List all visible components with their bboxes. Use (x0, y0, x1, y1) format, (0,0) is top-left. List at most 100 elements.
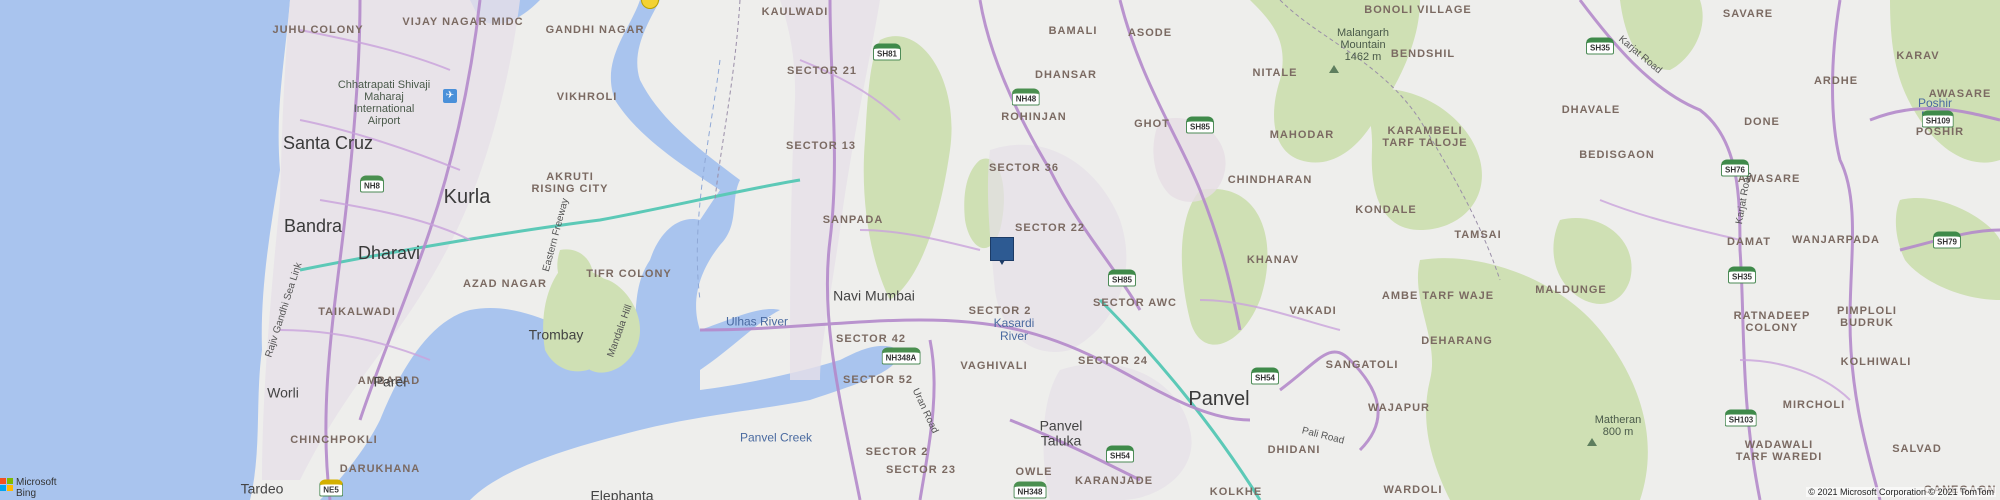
water-label-panvel-creek: Panvel Creek (739, 430, 813, 445)
route-shield-sh85-a: SH85 (1185, 116, 1215, 134)
logo-line-bing: Bing (16, 487, 37, 499)
area-label-vikhroli: VIKHROLI (556, 90, 618, 103)
area-label-taikalwadi: TAIKALWADI (318, 305, 396, 318)
area-label-sector-23: SECTOR 23 (886, 463, 956, 476)
water-label-ulhas-river: Ulhas River (725, 314, 789, 329)
route-shield-nh48: NH48 (1011, 88, 1041, 106)
city-label-parel: Parel (373, 373, 407, 390)
poi-label-malangarh: Malangarh Mountain 1462 m (1337, 26, 1389, 64)
area-label-sector-2b: SECTOR 2 (865, 445, 929, 458)
area-label-ambe: AMBE TARF WAJE (1381, 289, 1495, 302)
area-label-dhansar: DHANSAR (1035, 68, 1097, 81)
area-label-owle: OWLE (1015, 465, 1053, 478)
area-label-vijay-nagar: VIJAY NAGAR MIDC (402, 15, 524, 28)
area-label-bonoli: BONOLI VILLAGE (1364, 3, 1472, 16)
route-shield-sh35-b: SH35 (1727, 266, 1757, 284)
city-label-kurla: Kurla (443, 186, 491, 208)
location-pin-icon[interactable] (990, 237, 1014, 265)
map-canvas[interactable]: JUHU COLONY VIJAY NAGAR MIDC GANDHI NAGA… (0, 0, 2000, 500)
area-label-chinchpokli: CHINCHPOKLI (290, 433, 378, 446)
area-label-azad-nagar: AZAD NAGAR (463, 277, 547, 290)
area-label-salvad: SALVAD (1892, 442, 1942, 455)
city-label-santa-cruz: Santa Cruz (282, 133, 374, 154)
area-label-done: DONE (1744, 115, 1780, 128)
area-label-wanjarpada: WANJARPADA (1791, 233, 1881, 246)
route-shield-sh109: SH109 (1921, 110, 1955, 128)
area-label-vaghivali: VAGHIVALI (960, 359, 1028, 372)
area-label-sector-awc: SECTOR AWC (1093, 296, 1177, 309)
city-label-tardeo: Tardeo (240, 480, 284, 497)
route-shield-nh8: NH8 (359, 175, 385, 193)
area-label-tifr: TIFR COLONY (586, 267, 672, 280)
area-label-kondale: KONDALE (1355, 203, 1417, 216)
microsoft-bing-logo[interactable]: Microsoft Bing (0, 477, 57, 499)
area-label-sector-42: SECTOR 42 (836, 332, 906, 345)
area-label-sangatoli: SANGATOLI (1325, 358, 1399, 371)
route-shield-sh35-a: SH35 (1585, 37, 1615, 55)
area-label-sector-24: SECTOR 24 (1078, 354, 1148, 367)
mountain-peak-icon (1587, 438, 1597, 446)
poi-label-airport: Chhatrapati Shivaji Maharaj International A… (337, 78, 431, 128)
logo-line-microsoft: Microsoft (16, 477, 57, 488)
area-label-pimploli: PIMPLOLI BUDRUK (1837, 304, 1897, 329)
area-label-tamsai: TAMSAI (1454, 228, 1502, 241)
city-label-bandra: Bandra (283, 216, 343, 237)
area-label-wadawali: WADAWALI TARF WAREDI (1735, 438, 1823, 463)
area-label-kolkhe: KOLKHE (1209, 485, 1263, 498)
area-label-karav: KARAV (1896, 49, 1940, 62)
route-shield-sh85-b: SH85 (1107, 269, 1137, 287)
area-label-mircholi: MIRCHOLI (1782, 398, 1846, 411)
area-label-wajapur: WAJAPUR (1367, 401, 1431, 414)
area-label-vakadi: VAKADI (1289, 304, 1337, 317)
area-label-wardoli: WARDOLI (1383, 483, 1443, 496)
route-shield-sh54-b: SH54 (1105, 445, 1135, 463)
area-label-karambeli: KARAMBELI TARF TALOJE (1382, 124, 1468, 149)
area-label-akruti: AKRUTI RISING CITY (531, 170, 609, 195)
mountain-peak-icon (1329, 65, 1339, 73)
area-label-mahodar: MAHODAR (1269, 128, 1335, 141)
copyright-notice: © 2021 Microsoft Corporation © 2021 TomT… (1806, 487, 1996, 497)
area-label-dhidani: DHIDANI (1267, 443, 1321, 456)
area-label-ghot: GHOT (1134, 117, 1170, 130)
route-shield-nh348: NH348 (1013, 481, 1047, 499)
area-label-ratnadeep: RATNADEEP COLONY (1733, 309, 1811, 334)
area-label-bedisgaon: BEDISGAON (1579, 148, 1655, 161)
area-label-karanjade: KARANJADE (1074, 474, 1154, 487)
microsoft-logo-icon (0, 478, 13, 491)
city-label-panvel-taluka: Panvel Taluka (1039, 417, 1083, 449)
area-label-sector-36: SECTOR 36 (989, 161, 1059, 174)
route-shield-sh76: SH76 (1720, 159, 1750, 177)
area-label-nitale: NITALE (1252, 66, 1298, 79)
area-label-khanav: KHANAV (1246, 253, 1300, 266)
area-label-dhavale: DHAVALE (1561, 103, 1621, 116)
area-label-bendshil: BENDSHIL (1390, 47, 1456, 60)
area-label-rohinjan: ROHINJAN (1001, 110, 1067, 123)
city-label-worli: Worli (267, 384, 299, 401)
route-shield-sh79: SH79 (1932, 231, 1962, 249)
poi-label-matheran: Matheran 800 m (1594, 413, 1642, 438)
area-label-kaulwadi: KAULWADI (761, 5, 829, 18)
city-label-panvel: Panvel (1188, 388, 1250, 410)
area-label-maldunge: MALDUNGE (1535, 283, 1607, 296)
route-shield-nh348a: NH348A (881, 347, 921, 365)
area-label-ardhe: ARDHE (1813, 74, 1859, 87)
area-label-darukhana: DARUKHANA (339, 462, 421, 475)
area-label-kolhiwali: KOLHIWALI (1840, 355, 1912, 368)
city-label-elephanta: Elephanta (590, 487, 654, 500)
area-label-savare: SAVARE (1722, 7, 1774, 20)
area-label-gandhi-nagar: GANDHI NAGAR (545, 23, 645, 36)
city-label-trombay: Trombay (528, 326, 584, 343)
area-label-bamali: BAMALI (1048, 24, 1098, 37)
area-label-sector-13: SECTOR 13 (786, 139, 856, 152)
city-label-navi-mumbai: Navi Mumbai (833, 287, 915, 304)
area-label-chindharan: CHINDHARAN (1227, 173, 1313, 186)
route-shield-ne5: NE5 (319, 479, 343, 497)
airport-icon: ✈ (443, 89, 457, 103)
area-label-damat: DAMAT (1727, 235, 1771, 248)
area-label-poshir: POSHIR (1915, 125, 1965, 138)
area-label-sector-52: SECTOR 52 (843, 373, 913, 386)
area-label-juhu: JUHU COLONY (272, 23, 364, 36)
route-shield-sh54-a: SH54 (1250, 367, 1280, 385)
area-label-deharang: DEHARANG (1421, 334, 1493, 347)
route-shield-sh103: SH103 (1724, 409, 1758, 427)
